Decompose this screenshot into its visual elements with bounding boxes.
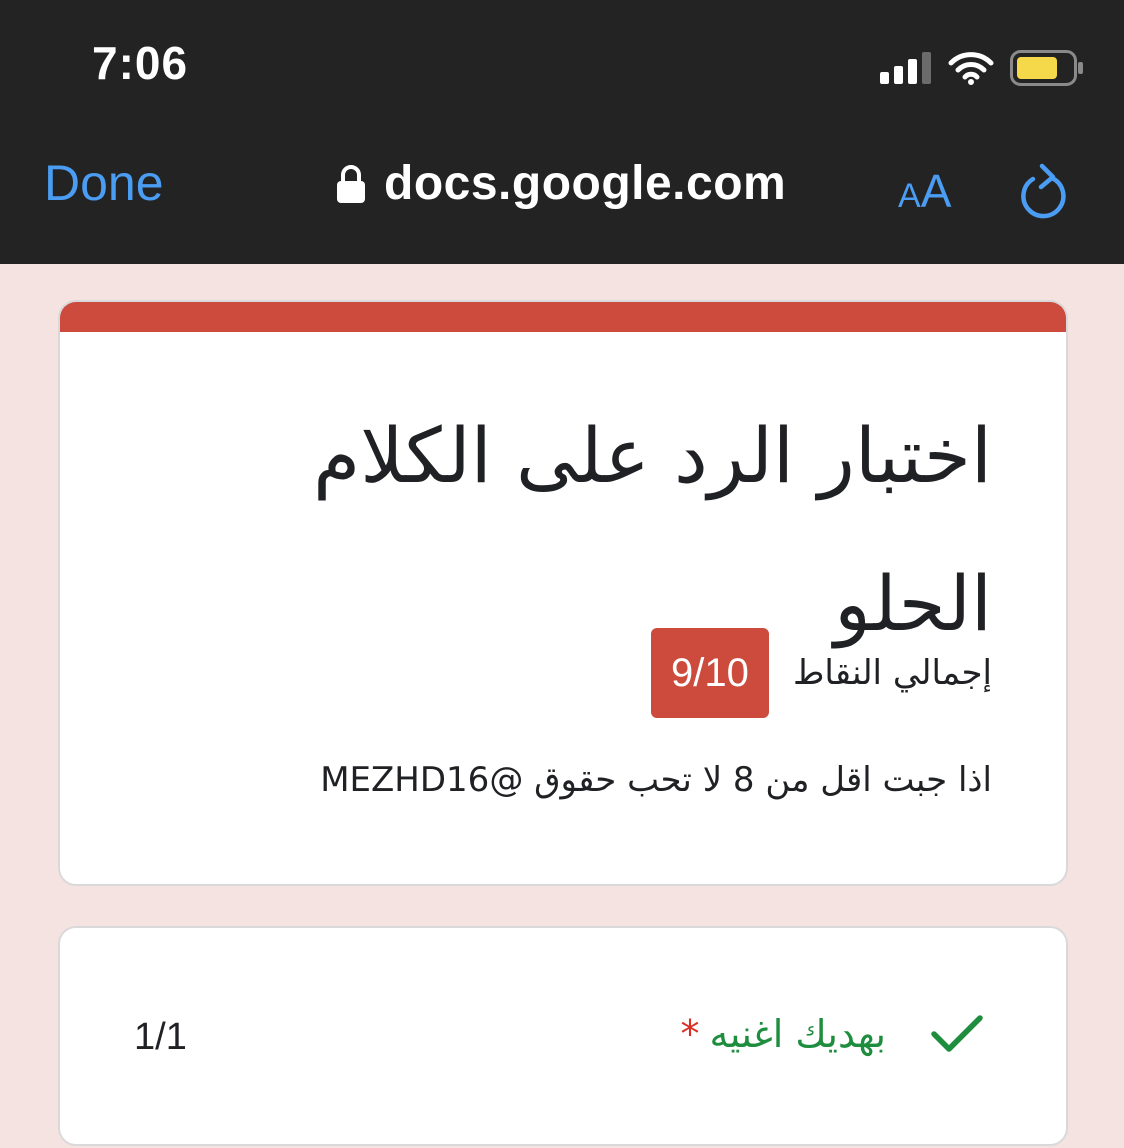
wifi-icon bbox=[948, 52, 994, 85]
status-icons bbox=[880, 46, 1084, 90]
question-title-text: بهديك اغنيه bbox=[709, 1012, 886, 1056]
done-button[interactable]: Done bbox=[44, 158, 164, 208]
text-size-button[interactable]: AA bbox=[898, 168, 951, 214]
browser-toolbar: Done docs.google.com AA bbox=[0, 130, 1124, 264]
address-bar[interactable]: docs.google.com bbox=[336, 160, 786, 208]
question-title: بهديك اغنيه* bbox=[681, 1012, 886, 1056]
status-bar: 7:06 bbox=[0, 0, 1124, 130]
form-description: اذا جبت اقل من 8 لا تحب حقوق @MEZHD16 bbox=[320, 760, 992, 800]
total-score-label: إجمالي النقاط bbox=[792, 653, 992, 693]
form-header-card: اختبار الرد على الكلام الحلو إجمالي النق… bbox=[58, 300, 1068, 886]
status-time: 7:06 bbox=[92, 37, 189, 89]
check-icon bbox=[931, 1015, 983, 1052]
text-size-small-label: A bbox=[898, 177, 921, 215]
question-score: 1/1 bbox=[134, 1016, 187, 1058]
total-score-row: إجمالي النقاط 9/10 bbox=[650, 628, 992, 718]
required-mark: * bbox=[680, 1012, 700, 1056]
signal-icon bbox=[880, 52, 931, 84]
url-text: docs.google.com bbox=[384, 157, 787, 210]
lock-icon bbox=[337, 165, 365, 203]
question-card: بهديك اغنيه* 1/1 bbox=[58, 926, 1068, 1146]
total-score-badge: 9/10 bbox=[650, 628, 769, 718]
text-size-large-label: A bbox=[920, 165, 952, 217]
header-accent-bar bbox=[60, 302, 1066, 332]
question-row: بهديك اغنيه* 1/1 bbox=[60, 928, 1066, 1148]
battery-icon bbox=[1010, 50, 1083, 86]
reload-icon[interactable] bbox=[1018, 160, 1072, 222]
